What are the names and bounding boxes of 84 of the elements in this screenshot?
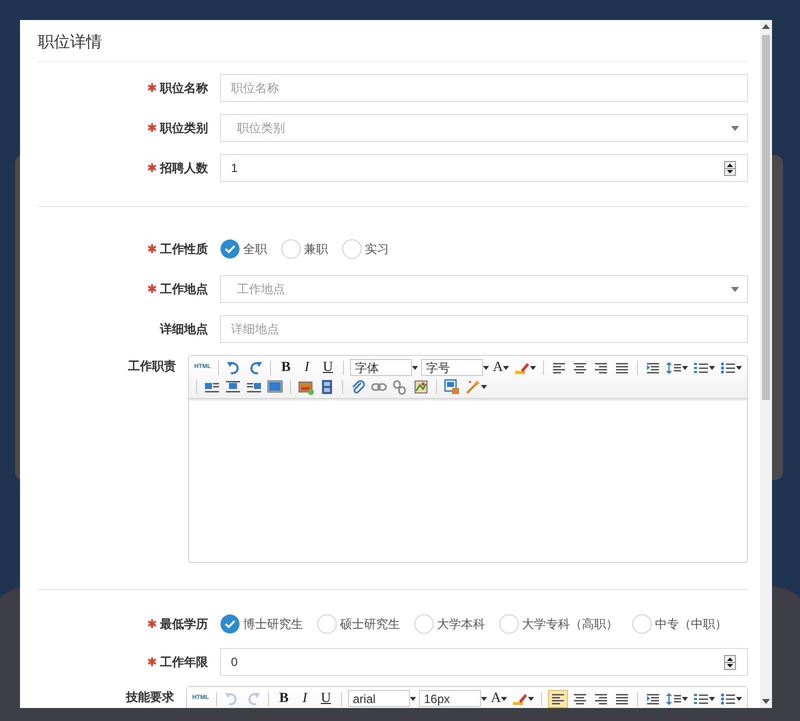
caret-icon[interactable] <box>709 696 715 700</box>
underline-button[interactable]: U <box>316 690 335 708</box>
document-icon[interactable] <box>444 378 460 394</box>
image-block-icon[interactable] <box>267 378 284 394</box>
required-icon: ✱ <box>146 655 157 669</box>
required-icon: ✱ <box>146 282 157 296</box>
caret-icon[interactable] <box>530 366 536 370</box>
required-icon: ✱ <box>146 121 157 135</box>
font-color-button[interactable]: A <box>490 688 501 708</box>
caret-icon[interactable] <box>736 366 742 370</box>
map-icon[interactable] <box>413 378 430 394</box>
caret-icon[interactable] <box>481 384 488 388</box>
radio-icon[interactable] <box>342 239 362 259</box>
caret-icon[interactable] <box>709 366 715 370</box>
caret-icon[interactable] <box>682 696 688 700</box>
scrollbar-thumb[interactable] <box>762 35 770 400</box>
picture-icon[interactable] <box>298 378 314 394</box>
caret-icon[interactable] <box>736 696 742 700</box>
font-select[interactable]: arial <box>348 690 410 707</box>
field-label: 工作性质 <box>160 242 208 256</box>
field-label: 工作职责 <box>128 359 176 373</box>
field-label: 招聘人数 <box>160 161 208 175</box>
scroll-up-icon[interactable] <box>762 23 770 29</box>
line-height-icon[interactable] <box>666 690 682 706</box>
radio-label[interactable]: 硕士研究生 <box>340 615 400 633</box>
field-label: 工作地点 <box>160 282 208 296</box>
field-label: 详细地点 <box>160 322 208 336</box>
required-icon: ✱ <box>146 617 157 631</box>
radio-label[interactable]: 兼职 <box>304 240 328 258</box>
spinner-icon[interactable] <box>724 161 736 176</box>
required-icon: ✱ <box>146 81 157 95</box>
field-label: 最低学历 <box>160 617 208 631</box>
font-size-select[interactable]: 16px <box>418 690 481 707</box>
line-height-icon[interactable] <box>666 360 682 376</box>
bold-button[interactable]: B <box>276 358 295 376</box>
image-center-icon[interactable] <box>225 378 242 394</box>
scrollbar[interactable] <box>760 20 772 708</box>
text-field[interactable]: 职位名称 <box>220 74 748 102</box>
radio-icon[interactable] <box>414 614 434 634</box>
underline-button[interactable]: U <box>318 358 337 376</box>
caret-icon[interactable] <box>412 366 418 370</box>
dialog-title: 职位详情 <box>38 32 103 53</box>
radio-label[interactable]: 中专（中职） <box>655 615 727 633</box>
required-icon: ✱ <box>146 161 157 175</box>
bullet-list-icon[interactable] <box>720 690 736 706</box>
font-color-button[interactable]: A <box>492 357 503 378</box>
caret-icon[interactable] <box>482 366 489 370</box>
radio-label[interactable]: 实习 <box>365 240 389 258</box>
caret-icon[interactable] <box>501 696 507 700</box>
caret-icon[interactable] <box>503 366 509 370</box>
radio-label[interactable]: 博士研究生 <box>243 615 303 633</box>
font-select[interactable]: 字体 <box>350 359 412 376</box>
scroll-down-icon[interactable] <box>762 699 770 705</box>
radio-label[interactable]: 大学专科（高职） <box>522 615 618 633</box>
number-field[interactable]: 1 <box>220 154 748 182</box>
radio-label[interactable]: 大学本科 <box>437 615 485 633</box>
radio-label[interactable]: 全职 <box>243 240 267 258</box>
field-label: 工作年限 <box>160 655 208 669</box>
radio-checked-icon[interactable] <box>220 239 240 259</box>
italic-button[interactable]: I <box>298 358 316 376</box>
paperclip-icon[interactable] <box>350 378 366 394</box>
field-label: 职位名称 <box>160 81 208 95</box>
radio-icon[interactable] <box>499 614 519 634</box>
spinner-icon[interactable] <box>724 655 736 670</box>
caret-icon[interactable] <box>410 696 416 700</box>
radio-icon[interactable] <box>281 239 301 259</box>
radio-icon[interactable] <box>632 614 652 634</box>
required-icon: ✱ <box>146 242 157 256</box>
bold-button[interactable]: B <box>274 690 293 708</box>
caret-icon[interactable] <box>480 696 487 700</box>
radio-icon[interactable] <box>317 614 337 634</box>
unlink-icon[interactable] <box>392 378 408 394</box>
radio-checked-icon[interactable] <box>220 614 240 634</box>
field-label: 技能要求 <box>126 690 174 704</box>
field-label: 职位类别 <box>160 121 208 135</box>
caret-icon[interactable] <box>528 696 534 700</box>
italic-button[interactable]: I <box>296 690 314 708</box>
dropdown-caret-icon[interactable] <box>731 126 739 130</box>
number-field[interactable]: 0 <box>220 648 748 676</box>
bullet-list-icon[interactable] <box>720 360 736 376</box>
caret-icon[interactable] <box>682 366 688 370</box>
text-field[interactable]: 详细地点 <box>220 315 748 343</box>
font-size-select[interactable]: 字号 <box>420 359 483 376</box>
dropdown-caret-icon[interactable] <box>731 286 739 292</box>
